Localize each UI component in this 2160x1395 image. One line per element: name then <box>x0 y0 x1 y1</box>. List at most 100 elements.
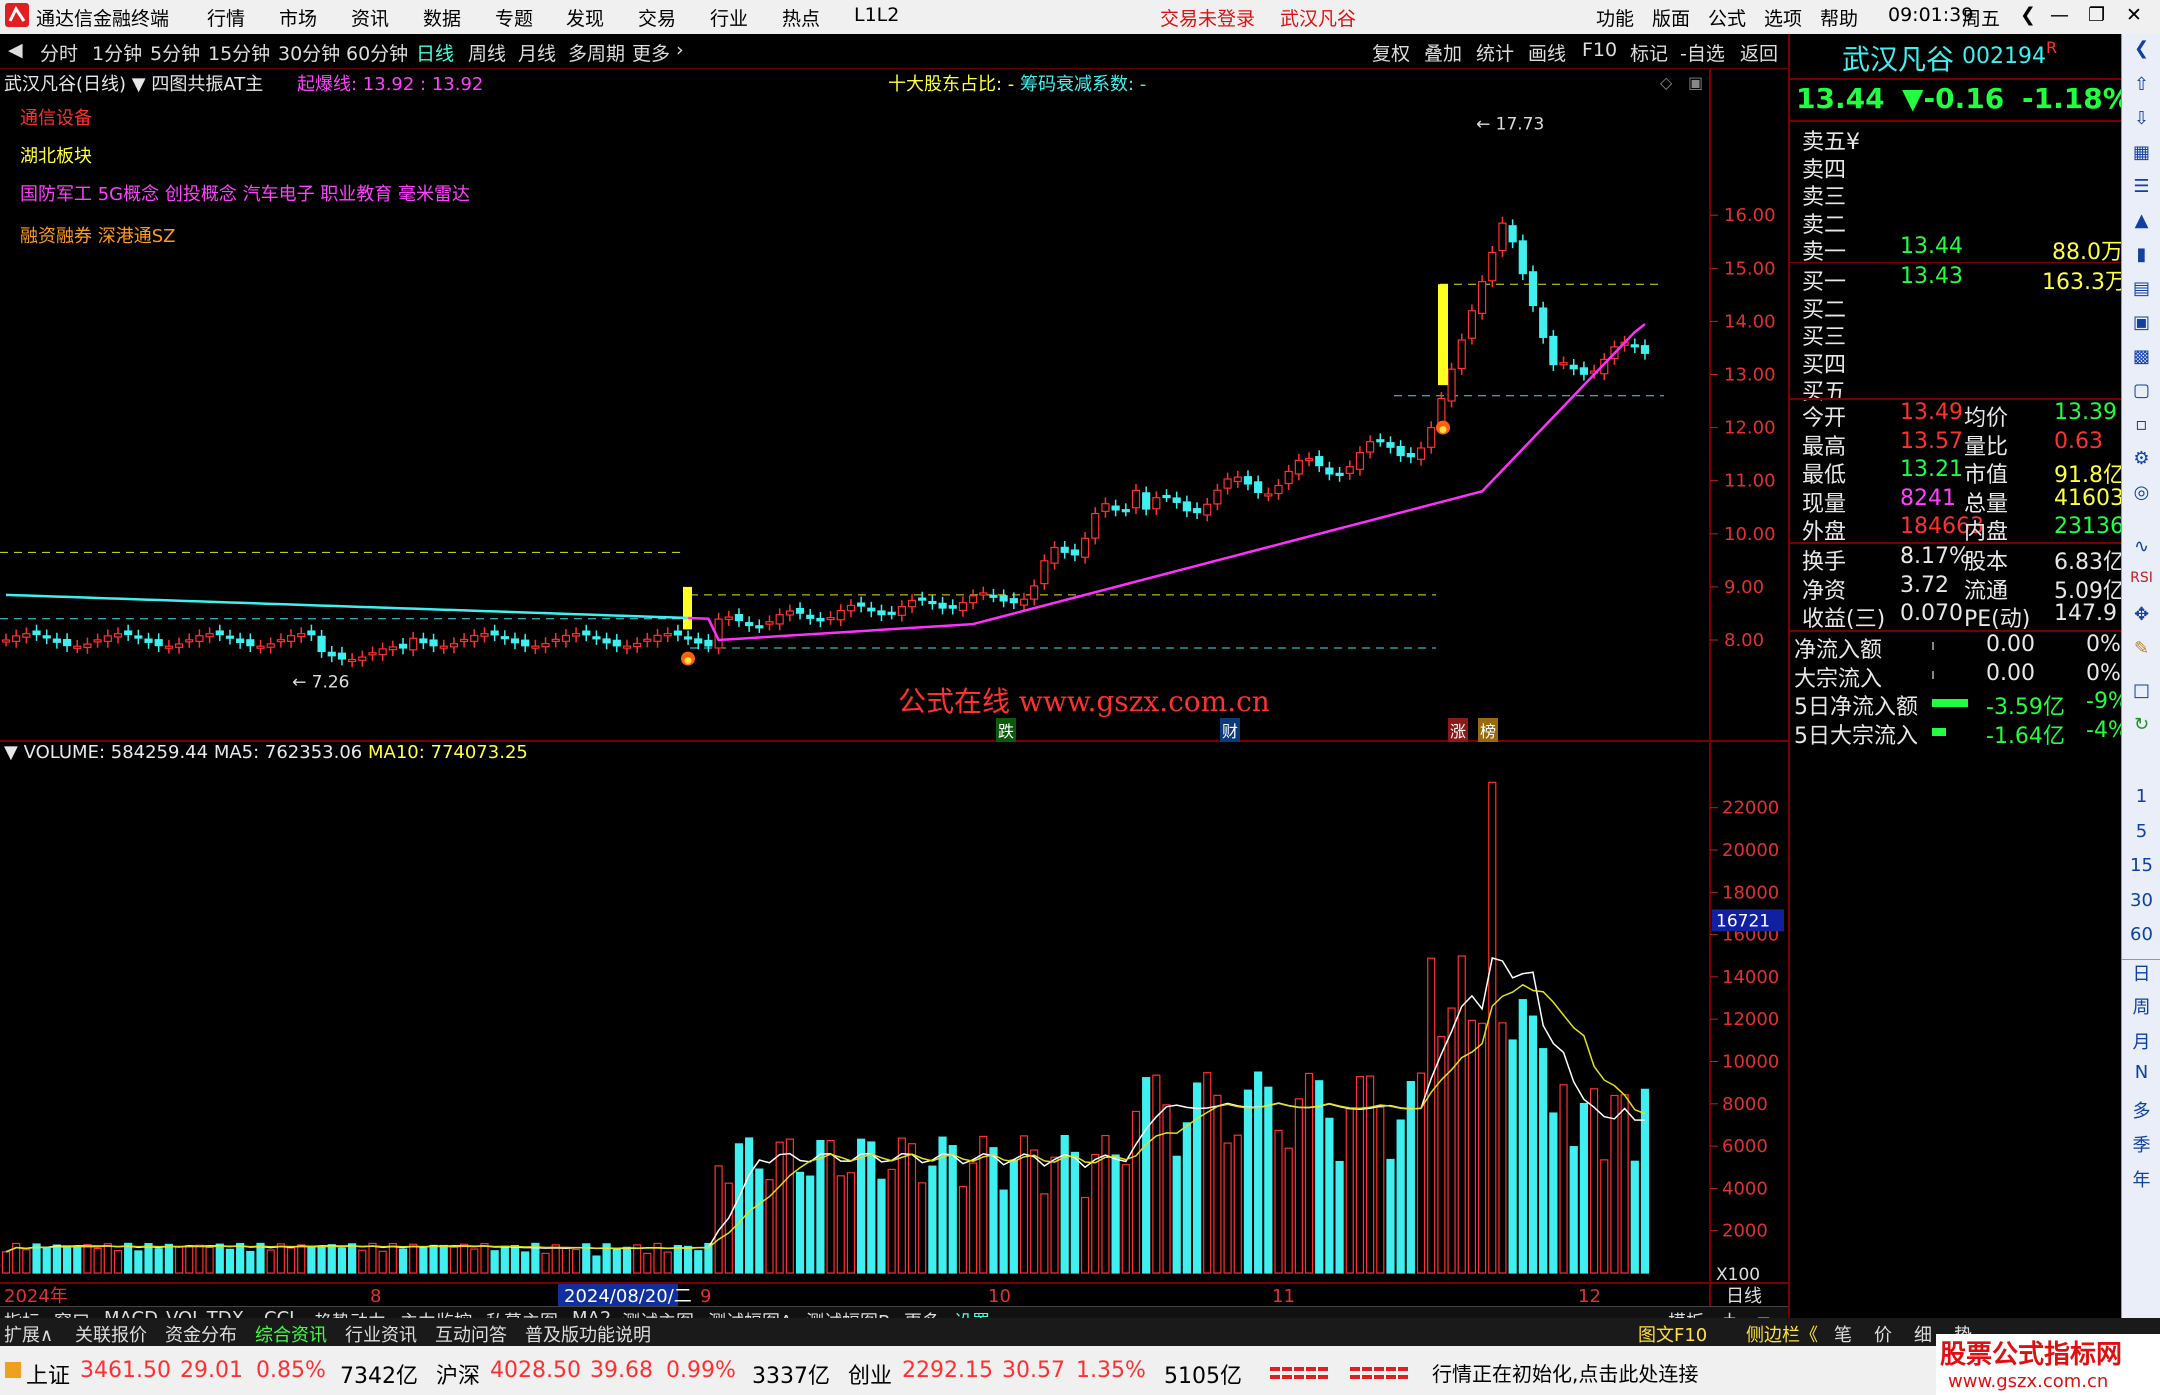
kline-icon[interactable]: ▮ <box>2122 244 2160 265</box>
marker-die[interactable]: 跌 <box>996 718 1017 742</box>
period-tab[interactable]: 60分钟 <box>346 39 408 66</box>
settings-icon[interactable]: ⚙ <box>2122 448 2160 469</box>
rsi-icon[interactable]: RSI <box>2122 570 2160 586</box>
grid-icon[interactable]: ▦ <box>2122 142 2160 163</box>
login-status[interactable]: 交易未登录 <box>1160 4 1255 31</box>
menu-item[interactable]: 数据 <box>423 4 461 31</box>
pen-icon[interactable]: ✎ <box>2122 638 2160 659</box>
bottom-right-tab[interactable]: 笔 <box>1834 1321 1852 1347</box>
period-tab[interactable]: 月线 <box>518 39 556 66</box>
menu-item[interactable]: 行情 <box>207 4 245 31</box>
period-tab-active[interactable]: 日线 <box>416 39 454 66</box>
expand-icon[interactable]: ❮ <box>2122 38 2160 59</box>
chevron-right-icon[interactable]: › <box>676 39 684 61</box>
indicator-name[interactable]: 四图共振AT主 <box>151 74 263 95</box>
bottom-tab[interactable]: 行业资讯 <box>345 1321 417 1347</box>
index-hs-name[interactable]: 沪深 <box>436 1358 480 1390</box>
list-icon[interactable]: ☰ <box>2122 176 2160 197</box>
bottom-tab[interactable]: 综合资讯 <box>255 1321 327 1347</box>
sidebar-period[interactable]: 年 <box>2122 1166 2160 1192</box>
sidebar-period[interactable]: N <box>2122 1062 2160 1083</box>
bottom-right-tab[interactable]: 图文F10 <box>1638 1321 1707 1347</box>
menu-item[interactable]: 热点 <box>782 4 820 31</box>
up-icon[interactable]: ⇧ <box>2122 74 2160 95</box>
window-icon[interactable]: ▣ <box>1688 73 1703 92</box>
menu-item[interactable]: 市场 <box>279 4 317 31</box>
other-tags[interactable]: 融资融券 深港通SZ <box>20 222 175 248</box>
menu-item[interactable]: 功能 <box>1596 4 1634 31</box>
concept-tags[interactable]: 国防军工 5G概念 创投概念 汽车电子 职业教育 毫米雷达 <box>20 180 470 206</box>
target-icon[interactable]: ◎ <box>2122 482 2160 503</box>
toolbar-button[interactable]: 画线 <box>1528 39 1566 66</box>
down-icon[interactable]: ⇩ <box>2122 108 2160 129</box>
refresh-icon[interactable]: ↻ <box>2122 714 2160 735</box>
bottom-tab[interactable]: 普及版功能说明 <box>525 1321 651 1347</box>
sidebar-period[interactable]: 15 <box>2122 855 2160 876</box>
sidebar-period[interactable]: 日 <box>2122 958 2160 986</box>
period-tab[interactable]: 30分钟 <box>278 39 340 66</box>
sidebar-period[interactable]: 多 <box>2122 1097 2160 1123</box>
close-icon[interactable]: ✕ <box>2126 4 2142 26</box>
bottom-tab[interactable]: 扩展∧ <box>4 1321 53 1347</box>
menu-item[interactable]: L1L2 <box>854 4 899 26</box>
toolbar-button[interactable]: 统计 <box>1476 39 1514 66</box>
index-sh-name[interactable]: 上证 <box>26 1358 70 1390</box>
sidebar-period[interactable]: 1 <box>2122 786 2160 807</box>
menu-item[interactable]: 版面 <box>1652 4 1690 31</box>
f10-icon[interactable]: ▣ <box>2122 312 2160 333</box>
period-tab[interactable]: 周线 <box>468 39 506 66</box>
collapse-circle-icon[interactable]: ▼ <box>4 742 18 763</box>
restore-icon[interactable]: ❐ <box>2088 4 2105 26</box>
bottom-tab[interactable]: 资金分布 <box>165 1321 237 1347</box>
period-tab[interactable]: 多周期 <box>568 39 625 66</box>
toolbar-button[interactable]: F10 <box>1582 39 1617 61</box>
marker-cai[interactable]: 财 <box>1220 718 1241 742</box>
menu-item[interactable]: 交易 <box>638 4 676 31</box>
sector-tag-industry[interactable]: 通信设备 <box>20 104 92 130</box>
menu-item[interactable]: 行业 <box>710 4 748 31</box>
bottom-right-tab[interactable]: 侧边栏《 <box>1746 1321 1818 1347</box>
sidebar-period[interactable]: 月 <box>2122 1028 2160 1054</box>
back-icon[interactable]: ❮ <box>2020 4 2036 26</box>
sidebar-period[interactable]: 5 <box>2122 821 2160 842</box>
bottom-tab[interactable]: 互动问答 <box>435 1321 507 1347</box>
minimize-icon[interactable]: — <box>2050 4 2069 26</box>
sidebar-period[interactable]: 30 <box>2122 890 2160 911</box>
chart-icon[interactable]: ▲ <box>2122 210 2160 231</box>
marker-bang[interactable]: 榜 <box>1478 718 1499 742</box>
menu-item[interactable]: 公式 <box>1708 4 1746 31</box>
sidebar-period[interactable]: 季 <box>2122 1131 2160 1157</box>
menu-item[interactable]: 发现 <box>566 4 604 31</box>
index-cy-name[interactable]: 创业 <box>848 1358 892 1390</box>
period-tab[interactable]: 15分钟 <box>208 39 270 66</box>
news-icon[interactable]: ▤ <box>2122 278 2160 299</box>
diamond-icon[interactable]: ◇ <box>1660 73 1673 92</box>
menu-item[interactable]: 资讯 <box>351 4 389 31</box>
connection-message[interactable]: 行情正在初始化,点击此处连接 <box>1432 1358 1698 1387</box>
bottom-tab[interactable]: 关联报价 <box>75 1321 147 1347</box>
dropdown-icon[interactable]: ▼ <box>132 74 146 95</box>
doc-icon[interactable]: ▢ <box>2122 380 2160 401</box>
period-tab[interactable]: 5分钟 <box>150 39 200 66</box>
move-icon[interactable]: ✥ <box>2122 604 2160 625</box>
toolbar-button[interactable]: 返回 <box>1740 39 1778 66</box>
table-icon[interactable]: ▩ <box>2122 346 2160 367</box>
menu-item[interactable]: 选项 <box>1764 4 1802 31</box>
collapse-icon[interactable]: ◀ <box>8 39 23 61</box>
menu-item[interactable]: 帮助 <box>1820 4 1858 31</box>
period-tab[interactable]: 分时 <box>40 39 78 66</box>
marker-zhang[interactable]: 涨 <box>1448 718 1469 742</box>
status-logo-icon[interactable] <box>4 1360 22 1385</box>
sidebar-period[interactable]: 周 <box>2122 993 2160 1019</box>
period-tab[interactable]: 1分钟 <box>92 39 142 66</box>
fz-icon[interactable]: ▫ <box>2122 414 2160 435</box>
fs-icon[interactable]: □ <box>2122 680 2160 701</box>
wave-icon[interactable]: ∿ <box>2122 536 2160 557</box>
menu-item[interactable]: 专题 <box>495 4 533 31</box>
toolbar-button[interactable]: -自选 <box>1680 39 1725 66</box>
toolbar-button[interactable]: 标记 <box>1630 39 1668 66</box>
toolbar-button[interactable]: 叠加 <box>1424 39 1462 66</box>
kline-chart[interactable]: ← 17.73 ← 7.26 ◇ ▣ 16.00 15.00 14.00 13.00 12.0… <box>0 68 1788 1318</box>
period-tab[interactable]: 更多 <box>632 39 670 66</box>
bottom-right-tab[interactable]: 价 <box>1874 1321 1892 1347</box>
